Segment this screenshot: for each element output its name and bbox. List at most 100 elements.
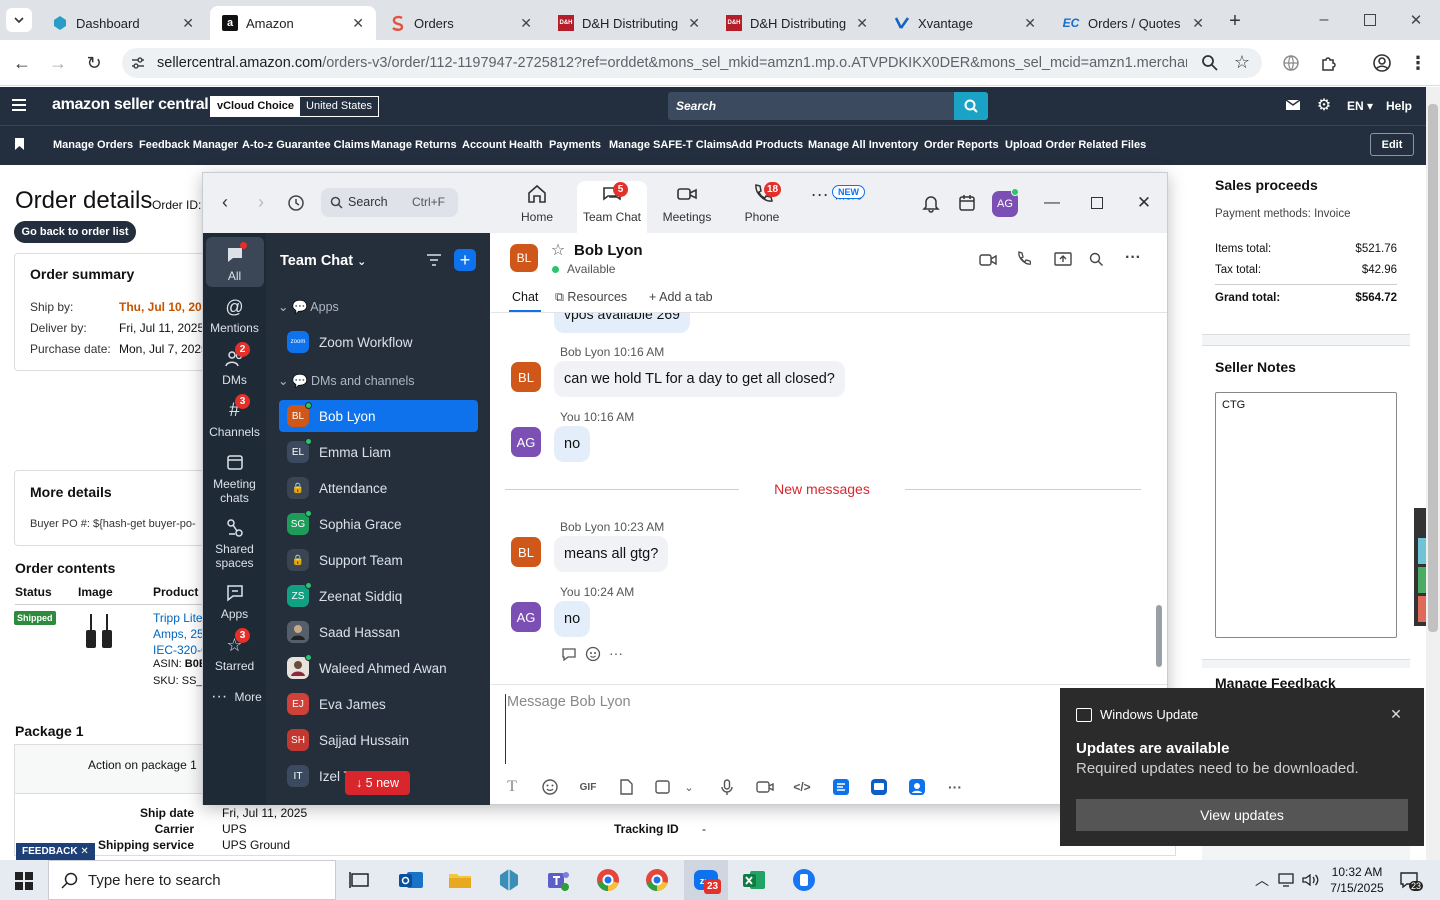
- rail-mentions[interactable]: @ Mentions: [205, 296, 264, 335]
- video-call-icon[interactable]: [979, 252, 997, 268]
- nav-add-products[interactable]: Add Products: [731, 139, 803, 151]
- nav-upload-order-files[interactable]: Upload Order Related Files: [1005, 139, 1146, 151]
- close-tab-icon[interactable]: ✕: [1192, 15, 1204, 32]
- close-tab-icon[interactable]: ✕: [688, 15, 700, 32]
- browser-tab-orders-quotes[interactable]: EC Orders / Quotes S ✕: [1050, 6, 1216, 40]
- rail-shared-spaces[interactable]: Shared spaces: [205, 517, 264, 570]
- app-integration-icon-2[interactable]: [869, 777, 889, 797]
- rail-meeting-chats[interactable]: Meeting chats: [205, 452, 264, 505]
- nav-feedback-manager[interactable]: Feedback Manager: [139, 139, 238, 151]
- browser-tab-dh-2[interactable]: D&H D&H Distributing ✕: [714, 6, 880, 40]
- zoom-nav-meetings[interactable]: Meetings: [657, 182, 717, 224]
- code-snippet-icon[interactable]: </>: [792, 777, 812, 797]
- message-bubble[interactable]: no: [554, 601, 591, 637]
- product-title-link[interactable]: Tripp Lite Amps, 250 IEC-320-C: [153, 610, 203, 658]
- zoom-maximize-icon[interactable]: [1091, 197, 1103, 209]
- browser-tab-dashboard[interactable]: Dashboard ✕: [40, 6, 206, 40]
- nav-safe-t-claims[interactable]: Manage SAFE-T Claims: [609, 139, 732, 151]
- notification-close-icon[interactable]: ✕: [1388, 706, 1404, 722]
- message-more-icon[interactable]: ···: [608, 645, 624, 661]
- rail-dms[interactable]: DMs: [205, 348, 264, 387]
- forward-arrow-icon[interactable]: →: [48, 53, 68, 73]
- task-view-icon[interactable]: [346, 866, 374, 894]
- rail-starred[interactable]: ☆ Starred: [205, 634, 264, 673]
- bookmark-star-icon[interactable]: ☆: [1232, 52, 1252, 72]
- excel-taskbar-icon[interactable]: [740, 866, 768, 894]
- close-tab-icon[interactable]: ✕: [856, 15, 868, 32]
- app-taskbar-icon[interactable]: [495, 866, 523, 894]
- volume-icon[interactable]: [1302, 872, 1320, 888]
- message-composer[interactable]: Message Bob Lyon: [505, 694, 1045, 764]
- feedback-tab[interactable]: FEEDBACK ✕: [16, 843, 95, 860]
- settings-gear-icon[interactable]: ⚙: [1316, 96, 1332, 114]
- chat-tab-resources[interactable]: ⧉ Resources: [555, 290, 627, 305]
- message-bubble-partial[interactable]: vpos available 269: [554, 313, 690, 333]
- site-info-icon[interactable]: [130, 55, 146, 71]
- hamburger-menu-icon[interactable]: [12, 99, 26, 111]
- message-avatar[interactable]: BL: [511, 362, 541, 392]
- mail-icon[interactable]: [1286, 100, 1300, 110]
- zoom-magnifier-icon[interactable]: [1201, 54, 1219, 72]
- zoom-close-icon[interactable]: ✕: [1134, 193, 1154, 213]
- filter-icon[interactable]: [426, 252, 442, 268]
- blue-app-taskbar-icon[interactable]: [790, 866, 818, 894]
- rail-all[interactable]: All: [205, 244, 264, 283]
- page-scrollbar-thumb[interactable]: [1428, 104, 1438, 632]
- help-link[interactable]: Help: [1386, 99, 1412, 113]
- message-bubble[interactable]: means all gtg?: [554, 536, 669, 572]
- video-message-icon[interactable]: [755, 777, 775, 797]
- window-close-icon[interactable]: ✕: [1406, 10, 1426, 30]
- add-reaction-icon[interactable]: [585, 646, 601, 662]
- window-restore-icon[interactable]: [1364, 14, 1376, 26]
- contact-emma-liam[interactable]: EL Emma Liam: [279, 436, 478, 468]
- emoji-icon[interactable]: [540, 777, 560, 797]
- seller-notes-textarea[interactable]: CTG: [1215, 392, 1397, 638]
- message-avatar[interactable]: AG: [511, 602, 541, 632]
- contact-saad-hassan[interactable]: Saad Hassan: [279, 616, 478, 648]
- browser-tab-dh-1[interactable]: D&H D&H Distributing ✕: [546, 6, 712, 40]
- close-tab-icon[interactable]: ✕: [1024, 15, 1036, 32]
- nav-payments[interactable]: Payments: [549, 139, 601, 151]
- file-attach-icon[interactable]: [616, 777, 636, 797]
- calendar-icon[interactable]: [957, 193, 977, 213]
- store-selector[interactable]: vCloud Choice United States: [210, 96, 380, 117]
- history-clock-icon[interactable]: [287, 194, 305, 212]
- nav-manage-orders[interactable]: Manage Orders: [53, 139, 133, 151]
- zoom-minimize-icon[interactable]: —: [1043, 194, 1061, 212]
- amazon-search-bar[interactable]: Search: [668, 92, 988, 120]
- reload-icon[interactable]: ↻: [84, 53, 104, 73]
- contact-eva-james[interactable]: EJ Eva James: [279, 688, 478, 720]
- close-tab-icon[interactable]: ✕: [520, 15, 532, 32]
- close-tab-icon[interactable]: ✕: [182, 15, 194, 32]
- browser-menu-icon[interactable]: ⋮: [1409, 53, 1427, 73]
- composer-more-icon[interactable]: ···: [945, 777, 965, 797]
- zoom-nav-team-chat[interactable]: Team Chat: [582, 182, 642, 224]
- rail-channels[interactable]: # Channels: [205, 400, 264, 439]
- chat-tab-add[interactable]: + Add a tab: [649, 290, 713, 304]
- file-explorer-taskbar-icon[interactable]: [446, 866, 474, 894]
- zoom-workflow-item[interactable]: zoom Zoom Workflow: [279, 326, 478, 358]
- zoom-search-box[interactable]: Search Ctrl+F: [321, 188, 458, 217]
- message-avatar[interactable]: AG: [511, 427, 541, 457]
- close-tab-icon[interactable]: ✕: [352, 15, 364, 32]
- product-image[interactable]: [83, 612, 117, 652]
- channel-support-team[interactable]: 🔒 Support Team: [279, 544, 478, 576]
- browser-tab-orders[interactable]: Orders ✕: [378, 6, 544, 40]
- new-tab-icon[interactable]: +: [1224, 10, 1246, 32]
- chrome-taskbar-icon[interactable]: [594, 866, 622, 894]
- chat-header-avatar[interactable]: BL: [510, 244, 538, 272]
- contact-zeenat-siddiq[interactable]: ZS Zeenat Siddiq: [279, 580, 478, 612]
- tab-search-button[interactable]: [6, 8, 32, 32]
- contact-sajjad-hussain[interactable]: SH Sajjad Hussain: [279, 724, 478, 756]
- screenshot-icon[interactable]: [653, 777, 673, 797]
- text-format-icon[interactable]: T: [502, 777, 522, 797]
- reply-icon[interactable]: [561, 646, 577, 662]
- rail-more[interactable]: ··· More: [205, 686, 264, 711]
- zoom-nav-phone[interactable]: Phone: [732, 182, 792, 224]
- network-icon[interactable]: [1278, 872, 1296, 888]
- message-bubble[interactable]: no: [554, 426, 591, 462]
- nav-manage-inventory[interactable]: Manage All Inventory: [808, 139, 918, 151]
- app-integration-icon-3[interactable]: [907, 777, 927, 797]
- share-screen-icon[interactable]: [1054, 252, 1072, 267]
- zoom-back-icon[interactable]: ‹: [216, 192, 234, 212]
